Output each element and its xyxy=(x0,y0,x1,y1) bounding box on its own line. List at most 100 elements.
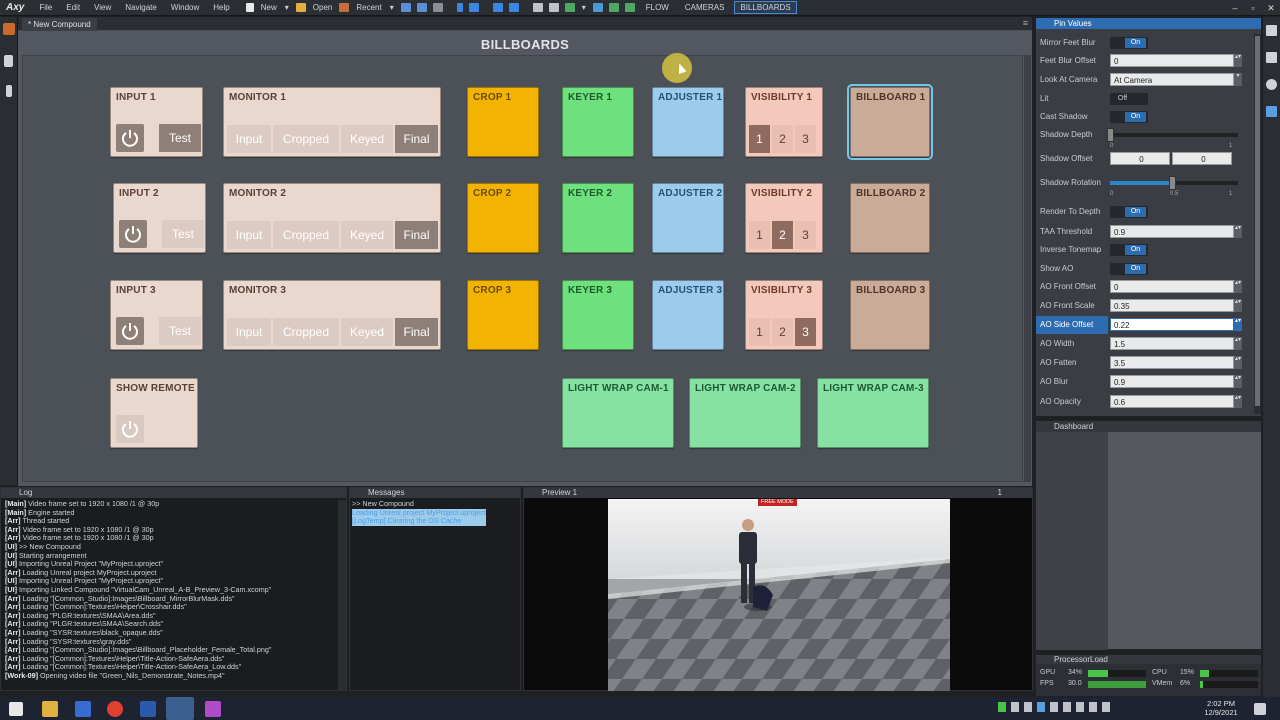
menu-navigate[interactable]: Navigate xyxy=(118,3,164,12)
monitor-input-button[interactable]: Input xyxy=(227,318,271,346)
file-explorer-icon[interactable] xyxy=(42,701,58,717)
monitor-final-button[interactable]: Final xyxy=(395,318,438,346)
spinner-icon[interactable]: ▴▾ xyxy=(1234,318,1242,331)
number-field[interactable]: 3.5 xyxy=(1110,356,1234,369)
visibility-option-3[interactable]: 3 xyxy=(795,221,816,249)
power-icon[interactable] xyxy=(116,124,144,152)
visibility-option-3[interactable]: 3 xyxy=(795,125,816,153)
document-icon[interactable] xyxy=(4,55,13,67)
clock[interactable]: 2:02 PM 12/9/2021 xyxy=(1196,699,1246,717)
slider-handle[interactable] xyxy=(1169,176,1176,190)
tray-icon[interactable] xyxy=(1037,702,1045,712)
word-icon[interactable] xyxy=(140,701,156,717)
preview-index[interactable]: 1 xyxy=(998,488,1002,498)
number-field[interactable]: 0.22 xyxy=(1110,318,1234,331)
new-file-icon[interactable] xyxy=(245,3,254,12)
visibility-option-2[interactable]: 2 xyxy=(772,221,793,249)
visibility-option-1[interactable]: 1 xyxy=(749,125,770,153)
chrome-icon[interactable] xyxy=(107,701,123,717)
canvas-scrollbar[interactable] xyxy=(1024,55,1031,482)
spinner-icon[interactable]: ▴▾ xyxy=(1234,54,1242,67)
monitor-keyed-button[interactable]: Keyed xyxy=(341,125,393,153)
toggle-switch[interactable]: On xyxy=(1110,37,1148,49)
tab-menu-icon[interactable]: ≡ xyxy=(1023,18,1028,28)
notifications-icon[interactable] xyxy=(1254,703,1266,715)
save-app-icon[interactable] xyxy=(75,701,91,717)
visibility-option-2[interactable]: 2 xyxy=(772,125,793,153)
power-icon[interactable] xyxy=(116,415,144,443)
test-button[interactable]: Test xyxy=(162,220,204,248)
number-field[interactable]: 0.6 xyxy=(1110,395,1234,408)
menu-file[interactable]: File xyxy=(32,3,59,12)
inspector-icon[interactable] xyxy=(1266,79,1277,90)
open-button[interactable]: Open xyxy=(309,3,337,12)
search-icon[interactable] xyxy=(1266,106,1277,117)
visibility-option-1[interactable]: 1 xyxy=(749,318,770,346)
menu-help[interactable]: Help xyxy=(206,3,236,12)
tray-icon[interactable] xyxy=(1011,702,1019,712)
nav-forward-icon[interactable] xyxy=(624,3,635,12)
monitor-cropped-button[interactable]: Cropped xyxy=(273,125,339,153)
monitor-input-button[interactable]: Input xyxy=(227,125,271,153)
adjuster-panel-2[interactable]: ADJUSTER 2 xyxy=(652,183,724,253)
layers-icon[interactable] xyxy=(1266,52,1277,63)
spinner-icon[interactable]: ▴▾ xyxy=(1234,337,1242,350)
toggle-switch[interactable]: Off xyxy=(1110,93,1148,105)
flow-tab-billboards[interactable]: BILLBOARDS xyxy=(734,1,797,14)
flow-tab-cameras[interactable]: CAMERAS xyxy=(679,1,731,14)
recent-button[interactable]: Recent xyxy=(352,3,385,12)
spinner-icon[interactable]: ▴▾ xyxy=(1234,299,1242,312)
log-scrollbar[interactable] xyxy=(338,500,346,690)
number-field[interactable]: 1.5 xyxy=(1110,337,1234,350)
monitor-cropped-button[interactable]: Cropped xyxy=(273,221,339,249)
adjuster-panel-3[interactable]: ADJUSTER 3 xyxy=(652,280,724,350)
stop-icon[interactable] xyxy=(468,3,479,12)
open-folder-icon[interactable] xyxy=(295,3,306,12)
script-icon[interactable] xyxy=(6,85,12,97)
tray-icon[interactable] xyxy=(1063,702,1071,712)
spinner-icon[interactable]: ▴▾ xyxy=(1234,375,1242,388)
light-wrap-panel-2[interactable]: LIGHT WRAP CAM-2 xyxy=(689,378,801,448)
number-field[interactable]: 0 xyxy=(1110,54,1234,67)
billboard-panel-2[interactable]: BILLBOARD 2 xyxy=(850,183,930,253)
tray-icon[interactable] xyxy=(1076,702,1084,712)
flow-tab-flow[interactable]: FLOW xyxy=(640,1,675,14)
tab-new-compound[interactable]: * New Compound xyxy=(22,18,97,31)
slider-track[interactable]: 0 0.5 1 xyxy=(1110,176,1238,197)
zoom-in-icon[interactable] xyxy=(532,3,543,12)
dropdown-arrow-icon[interactable]: ▾ xyxy=(1234,73,1242,86)
app-icon[interactable] xyxy=(205,701,221,717)
nav-back-icon[interactable] xyxy=(608,3,619,12)
monitor-cropped-button[interactable]: Cropped xyxy=(273,318,339,346)
redo-icon[interactable] xyxy=(508,3,519,12)
settings-icon[interactable] xyxy=(432,3,443,12)
zoom-out-icon[interactable] xyxy=(548,3,559,12)
adjuster-panel-1[interactable]: ADJUSTER 1 xyxy=(652,87,724,157)
monitor-keyed-button[interactable]: Keyed xyxy=(341,318,393,346)
toggle-switch[interactable]: On xyxy=(1110,206,1148,218)
spinner-icon[interactable]: ▴▾ xyxy=(1234,395,1242,408)
toggle-switch[interactable]: On xyxy=(1110,111,1148,123)
module-icon[interactable] xyxy=(3,23,15,35)
crop-panel-2[interactable]: CROP 2 xyxy=(467,183,539,253)
keyer-panel-3[interactable]: KEYER 3 xyxy=(562,280,634,350)
scroll-thumb[interactable] xyxy=(1255,36,1260,406)
preview-viewport[interactable]: FREE MODE xyxy=(608,499,950,691)
tray-icon[interactable] xyxy=(1050,702,1058,712)
nav-up-icon[interactable] xyxy=(592,3,603,12)
tray-icon[interactable] xyxy=(1024,702,1032,712)
doc-icon[interactable] xyxy=(1266,25,1277,36)
toggle-switch[interactable]: On xyxy=(1110,244,1148,256)
network-icon[interactable] xyxy=(1089,702,1097,712)
visibility-option-3[interactable]: 3 xyxy=(795,318,816,346)
slider-track[interactable]: 01 xyxy=(1107,128,1238,149)
menu-edit[interactable]: Edit xyxy=(59,3,87,12)
aximmetry-taskbar-icon[interactable] xyxy=(166,697,194,720)
windows-start-icon[interactable] xyxy=(9,702,23,716)
save-icon[interactable] xyxy=(400,3,411,12)
visibility-option-2[interactable]: 2 xyxy=(772,318,793,346)
menu-view[interactable]: View xyxy=(87,3,118,12)
minimize-icon[interactable]: – xyxy=(1226,0,1244,16)
tray-icon[interactable] xyxy=(998,702,1006,712)
maximize-icon[interactable]: ▫ xyxy=(1244,0,1262,16)
